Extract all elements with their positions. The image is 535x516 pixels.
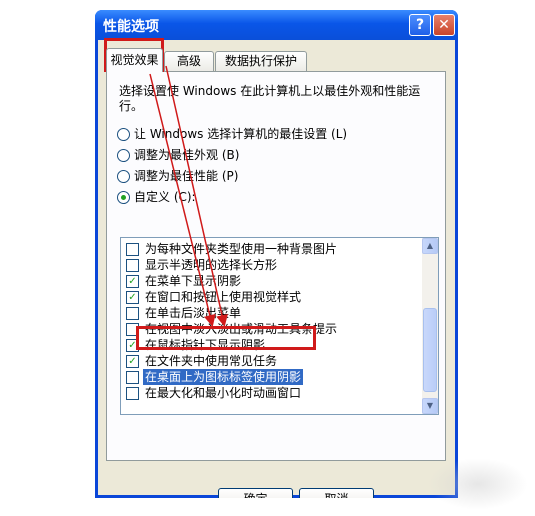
radio-label: 调整为最佳外观 (B) xyxy=(134,148,240,162)
radio-label: 自定义 (C): xyxy=(134,190,196,204)
checkbox[interactable] xyxy=(126,371,139,384)
window-title: 性能选项 xyxy=(103,19,159,35)
panel-description: 选择设置使 Windows 在此计算机上以最佳外观和性能运行。 xyxy=(119,84,421,113)
list-item-label: 在文件夹中使用常见任务 xyxy=(145,354,278,368)
visual-effects-panel: 选择设置使 Windows 在此计算机上以最佳外观和性能运行。 让 Window… xyxy=(106,71,446,461)
radio-circle[interactable] xyxy=(117,191,130,204)
ok-button[interactable]: 确定 xyxy=(218,488,293,498)
checkbox[interactable] xyxy=(126,259,139,272)
tab-data-execution-prevention[interactable]: 数据执行保护 xyxy=(215,51,307,71)
dialog-client-area: 视觉效果 高级 数据执行保护 选择设置使 Windows 在此计算机上以最佳外观… xyxy=(98,40,455,498)
radio-label: 调整为最佳性能 (P) xyxy=(134,169,239,183)
list-item[interactable]: 在最大化和最小化时动画窗口 xyxy=(126,385,416,401)
list-item-label: 在单击后淡出菜单 xyxy=(145,306,242,320)
list-scrollbar[interactable]: ▲ ▼ xyxy=(422,238,438,414)
cancel-button[interactable]: 取消 xyxy=(299,488,374,498)
list-item-selected[interactable]: 在桌面上为图标标签使用阴影 xyxy=(126,369,416,385)
scroll-up-button[interactable]: ▲ xyxy=(422,238,438,254)
checkbox[interactable] xyxy=(126,307,139,320)
scroll-thumb[interactable] xyxy=(423,308,437,392)
list-item[interactable]: 为每种文件夹类型使用一种背景图片 xyxy=(126,241,416,257)
radio-circle[interactable] xyxy=(117,128,130,141)
list-item[interactable]: ✓ 在文件夹中使用常见任务 xyxy=(126,353,416,369)
help-button[interactable]: ? xyxy=(409,14,431,36)
list-item[interactable]: 显示半透明的选择长方形 xyxy=(126,257,416,273)
checkbox[interactable]: ✓ xyxy=(126,275,139,288)
annotation-box-item xyxy=(136,326,316,350)
list-item-label: 在最大化和最小化时动画窗口 xyxy=(145,386,302,400)
list-item[interactable]: ✓ 在窗口和按钮上使用视觉样式 xyxy=(126,289,416,305)
list-item[interactable]: 在单击后淡出菜单 xyxy=(126,305,416,321)
radio-label: 让 Windows 选择计算机的最佳设置 (L) xyxy=(134,127,348,141)
tab-advanced[interactable]: 高级 xyxy=(164,51,214,71)
list-item-label: 在桌面上为图标标签使用阴影 xyxy=(143,369,304,385)
list-item-label: 在窗口和按钮上使用视觉样式 xyxy=(145,290,302,304)
checkbox[interactable] xyxy=(126,243,139,256)
tab-visual-effects[interactable]: 视觉效果 xyxy=(106,48,163,72)
scroll-down-button[interactable]: ▼ xyxy=(422,398,438,414)
checkbox[interactable]: ✓ xyxy=(126,291,139,304)
checkbox[interactable] xyxy=(126,387,139,400)
radio-circle[interactable] xyxy=(117,170,130,183)
performance-options-window: 性能选项 ? ✕ 视觉效果 高级 数据执行保护 选择设置使 Windows 在此… xyxy=(95,10,458,498)
list-item-label: 为每种文件夹类型使用一种背景图片 xyxy=(145,242,338,256)
watermark-blur xyxy=(428,458,528,510)
close-button[interactable]: ✕ xyxy=(433,14,455,36)
list-item-label: 显示半透明的选择长方形 xyxy=(145,258,278,272)
checkbox[interactable]: ✓ xyxy=(126,355,139,368)
title-bar[interactable]: 性能选项 ? ✕ xyxy=(95,10,458,40)
radio-circle[interactable] xyxy=(117,149,130,162)
list-item-label: 在菜单下显示阴影 xyxy=(145,274,242,288)
list-item[interactable]: ✓ 在菜单下显示阴影 xyxy=(126,273,416,289)
